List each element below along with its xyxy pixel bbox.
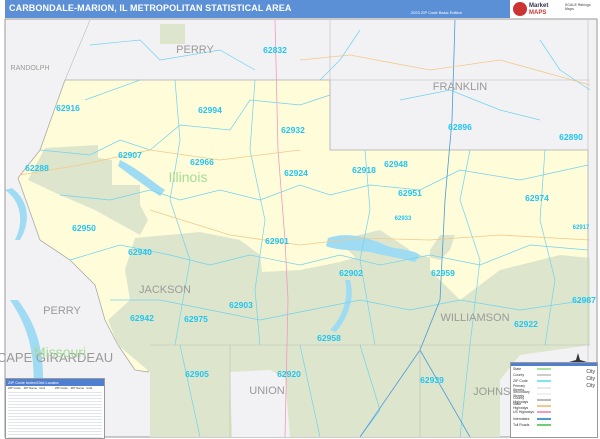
column-header: ZIP Code <box>55 386 68 390</box>
legend-label: US Highways <box>513 410 535 415</box>
county-label: FRANKLIN <box>433 81 487 93</box>
zip-label: 62924 <box>284 168 308 178</box>
legend-city: City <box>586 376 595 382</box>
zip-label: 62922 <box>514 319 538 329</box>
zip-label: 62940 <box>128 247 152 257</box>
legend-item: Toll Roads <box>511 422 597 428</box>
legend-city: City <box>586 369 595 375</box>
legend-swatch <box>537 374 551 377</box>
zip-label: 62951 <box>398 188 422 198</box>
zip-label: 62950 <box>72 223 96 233</box>
zip-label: 62902 <box>339 268 363 278</box>
legend-label: State <box>513 367 522 372</box>
zip-label: 62288 <box>25 163 49 173</box>
zip-label: 62959 <box>431 268 455 278</box>
zip-label: 62890 <box>559 132 583 142</box>
legend-swatch <box>537 380 551 383</box>
legend-swatch <box>537 411 551 414</box>
zip-label: 62942 <box>130 313 154 323</box>
state-label: Illinois <box>169 169 208 185</box>
legend-city: City <box>586 383 595 389</box>
zip-label: 62917 <box>573 225 590 231</box>
title-bar: CARBONDALE-MARION, IL METROPOLITAN STATI… <box>5 0 510 18</box>
column-header: ZIP Name <box>70 386 85 390</box>
market-maps-logo: Market MAPS SCALE Ratings Maps <box>513 1 597 18</box>
zip-label: 62918 <box>352 165 376 175</box>
index-title: ZIP Code Index/Grid Locator <box>6 379 104 386</box>
county-label: UNION <box>249 385 285 397</box>
legend-label: Interstates <box>513 416 530 421</box>
map-title: CARBONDALE-MARION, IL METROPOLITAN STATI… <box>9 3 292 13</box>
zip-label: 62948 <box>384 159 408 169</box>
legend-swatch <box>537 423 551 426</box>
index-rows <box>8 390 102 438</box>
county-label: PERRY <box>43 305 81 317</box>
zip-label: 62901 <box>265 236 289 246</box>
column-header: ZIP Name <box>23 386 38 390</box>
map-legend: State County ZIP Code Primary Streets Second… <box>510 362 598 438</box>
legend-label: State Highways <box>513 402 529 411</box>
zip-label: 62987 <box>572 295 596 305</box>
logo-text: Market <box>529 3 549 9</box>
zip-label: 62920 <box>277 369 301 379</box>
zip-label: 62896 <box>448 122 472 132</box>
zip-label: 62905 <box>185 369 209 379</box>
legend-swatch <box>537 399 551 402</box>
zip-label: 62958 <box>317 333 341 343</box>
county-label: RANDOLPH <box>11 65 50 72</box>
zip-label: 62933 <box>395 216 412 222</box>
zip-label: 62975 <box>184 314 208 324</box>
column-header: Grid <box>86 386 93 390</box>
county-label: WILLIAMSON <box>440 312 509 324</box>
edition-label: 2023 ZIP Code Basic Edition <box>410 10 462 15</box>
legend-swatch <box>537 417 551 420</box>
legend-swatch <box>537 386 551 389</box>
zip-label: 62916 <box>56 103 80 113</box>
zip-label: 62932 <box>281 125 305 135</box>
legend-swatch <box>537 392 551 395</box>
index-header: ZIP Code ZIP Name Grid ZIP Code ZIP Name… <box>6 386 104 390</box>
legend-swatch <box>537 368 551 371</box>
county-label: JACKSON <box>139 284 191 296</box>
zip-index-table: ZIP Code Index/Grid Locator ZIP Code ZIP… <box>5 378 105 439</box>
legend-label: County <box>513 373 525 378</box>
legend-label: Toll Roads <box>513 422 530 427</box>
zip-label: 62832 <box>263 45 287 55</box>
zip-label: 62907 <box>118 150 142 160</box>
zip-label: 62966 <box>190 157 214 167</box>
logo-text: MAPS <box>529 10 547 16</box>
column-header: ZIP Code <box>8 386 21 390</box>
union-clear <box>230 370 290 437</box>
county-label: PERRY <box>176 44 214 56</box>
logo-side-text: SCALE Ratings Maps <box>565 3 591 11</box>
legend-swatch <box>537 405 551 408</box>
zip-label: 62994 <box>198 105 222 115</box>
state-label: Missouri <box>34 344 86 360</box>
zip-label: 62903 <box>229 300 253 310</box>
zip-label: 62939 <box>420 375 444 385</box>
zip-label: 62974 <box>525 193 549 203</box>
logo-mark-icon <box>513 2 527 16</box>
column-header: Grid <box>39 386 46 390</box>
